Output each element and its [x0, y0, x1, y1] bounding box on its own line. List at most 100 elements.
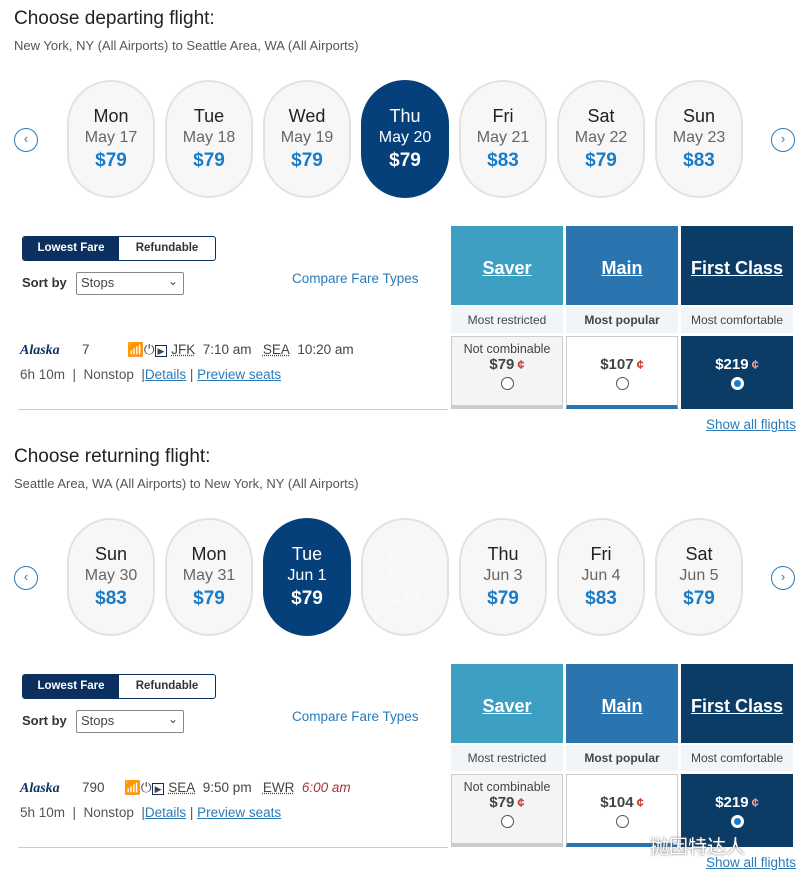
date-label: May 23 [672, 129, 726, 146]
date-option[interactable]: Fri Jun 4 $83 [557, 518, 645, 636]
sort-select[interactable]: Stops ⌄ [76, 272, 184, 295]
duration: 5h 10m [20, 805, 66, 820]
date-price: $83 [683, 150, 715, 171]
date-day: Fri [590, 544, 612, 564]
next-dates-button[interactable]: › [771, 566, 795, 590]
destination-airport[interactable]: SEA [263, 342, 290, 357]
date-day: Tue [291, 544, 323, 564]
date-label: Jun 5 [679, 567, 719, 584]
origin-airport[interactable]: SEA [168, 780, 195, 795]
date-day: Sat [685, 544, 713, 564]
fare-radio[interactable] [730, 815, 744, 828]
date-label: May 18 [182, 129, 236, 146]
date-price: $79 [389, 588, 421, 609]
preview-seats-link[interactable]: Preview seats [197, 805, 281, 820]
prev-dates-button[interactable]: ‹ [14, 566, 38, 590]
fare-note: Not combinable [463, 780, 551, 794]
date-price: $83 [585, 588, 617, 609]
date-day: Sun [682, 106, 716, 126]
date-day: Sun [94, 544, 128, 564]
compare-fare-types-link[interactable]: Compare Fare Types [292, 709, 419, 724]
fare-header-first[interactable]: First Class [681, 226, 793, 305]
show-all-flights-link[interactable]: Show all flights [706, 417, 796, 432]
fare-header-first[interactable]: First Class [681, 664, 793, 743]
flight-info: 7 📶⏻ ▶ JFK 7:10 am SEA 10:20 am [82, 342, 354, 358]
destination-airport[interactable]: EWR [263, 780, 295, 795]
fare-option-saver[interactable]: Not combinable $79 ¢ [451, 336, 563, 409]
fare-note [682, 780, 792, 794]
date-option[interactable]: Sun May 23 $83 [655, 80, 743, 198]
sort-label: Sort by [22, 713, 67, 728]
fare-header-main[interactable]: Main [566, 664, 678, 743]
date-option[interactable]: Fri May 21 $83 [459, 80, 547, 198]
discount-code-icon: ¢ [636, 357, 644, 372]
sort-label: Sort by [22, 275, 67, 290]
fare-radio[interactable] [615, 815, 629, 828]
fare-description: Most comfortable [681, 307, 793, 333]
date-option[interactable]: Wed May 19 $79 [263, 80, 351, 198]
power-icon: ⏻ [140, 780, 152, 795]
date-day: Mon [93, 106, 129, 126]
date-option[interactable]: Tue May 18 $79 [165, 80, 253, 198]
date-price: $79 [95, 150, 127, 171]
discount-code-icon: ¢ [636, 795, 644, 810]
fare-radio[interactable] [615, 377, 629, 390]
origin-airport[interactable]: JFK [171, 342, 195, 357]
date-option[interactable]: Thu Jun 3 $79 [459, 518, 547, 636]
details-link[interactable]: Details [145, 367, 186, 382]
chevron-left-icon: ‹ [23, 131, 29, 146]
fare-description: Most popular [566, 307, 678, 333]
next-dates-button[interactable]: › [771, 128, 795, 152]
sort-select[interactable]: Stops ⌄ [76, 710, 184, 733]
divider [18, 847, 448, 848]
chevron-down-icon: ⌄ [167, 712, 178, 726]
fare-price: $219 [715, 356, 749, 373]
details-link[interactable]: Details [145, 805, 186, 820]
date-option[interactable]: Mon May 31 $79 [165, 518, 253, 636]
watermark: 抛因特达人 [650, 837, 746, 858]
date-day: Tue [193, 106, 225, 126]
departing-section: Choose departing flight: New York, NY (A… [0, 0, 811, 440]
preview-seats-link[interactable]: Preview seats [197, 367, 281, 382]
divider [18, 409, 448, 410]
date-option[interactable]: Tue Jun 1 $79 [263, 518, 351, 636]
stops: Nonstop [83, 805, 134, 820]
fare-note: Not combinable [463, 342, 551, 356]
fare-header-main[interactable]: Main [566, 226, 678, 305]
fare-radio[interactable] [500, 815, 514, 828]
fare-toggle: Lowest Fare Refundable [22, 236, 216, 261]
fare-price: $219 [715, 794, 749, 811]
fare-header-saver[interactable]: Saver [451, 226, 563, 305]
fare-radio[interactable] [730, 377, 744, 390]
date-price: $79 [683, 588, 715, 609]
date-day: Sat [587, 106, 615, 126]
refundable-tab[interactable]: Refundable [119, 237, 215, 260]
date-day: Wed [288, 106, 326, 126]
date-option[interactable]: Sat Jun 5 $79 [655, 518, 743, 636]
fare-price: $79 [489, 794, 515, 811]
lowest-fare-tab[interactable]: Lowest Fare [23, 675, 119, 698]
fare-radio[interactable] [500, 377, 514, 390]
date-option[interactable]: Thu May 20 $79 [361, 80, 449, 198]
date-option[interactable]: Sat May 22 $79 [557, 80, 645, 198]
date-price: $79 [585, 150, 617, 171]
date-price: $79 [193, 588, 225, 609]
date-day: Fri [492, 106, 514, 126]
sort-value: Stops [81, 713, 115, 728]
refundable-tab[interactable]: Refundable [119, 675, 215, 698]
prev-dates-button[interactable]: ‹ [14, 128, 38, 152]
date-option[interactable]: Sun May 30 $83 [67, 518, 155, 636]
lowest-fare-tab[interactable]: Lowest Fare [23, 237, 119, 260]
fare-description: Most comfortable [681, 745, 793, 771]
fare-option-main[interactable]: $107 ¢ [566, 336, 678, 409]
chevron-right-icon: › [780, 569, 786, 584]
alaska-logo: Alaska [20, 781, 60, 796]
fare-option-saver[interactable]: Not combinable $79 ¢ [451, 774, 563, 847]
compare-fare-types-link[interactable]: Compare Fare Types [292, 271, 419, 286]
fare-price: $104 [600, 794, 634, 811]
date-option[interactable]: Mon May 17 $79 [67, 80, 155, 198]
date-option[interactable]: Wed Jun 2 $79 [361, 518, 449, 636]
fare-option-first[interactable]: $219 ¢ [681, 336, 793, 409]
fare-header-saver[interactable]: Saver [451, 664, 563, 743]
date-label: Jun 1 [287, 567, 327, 584]
